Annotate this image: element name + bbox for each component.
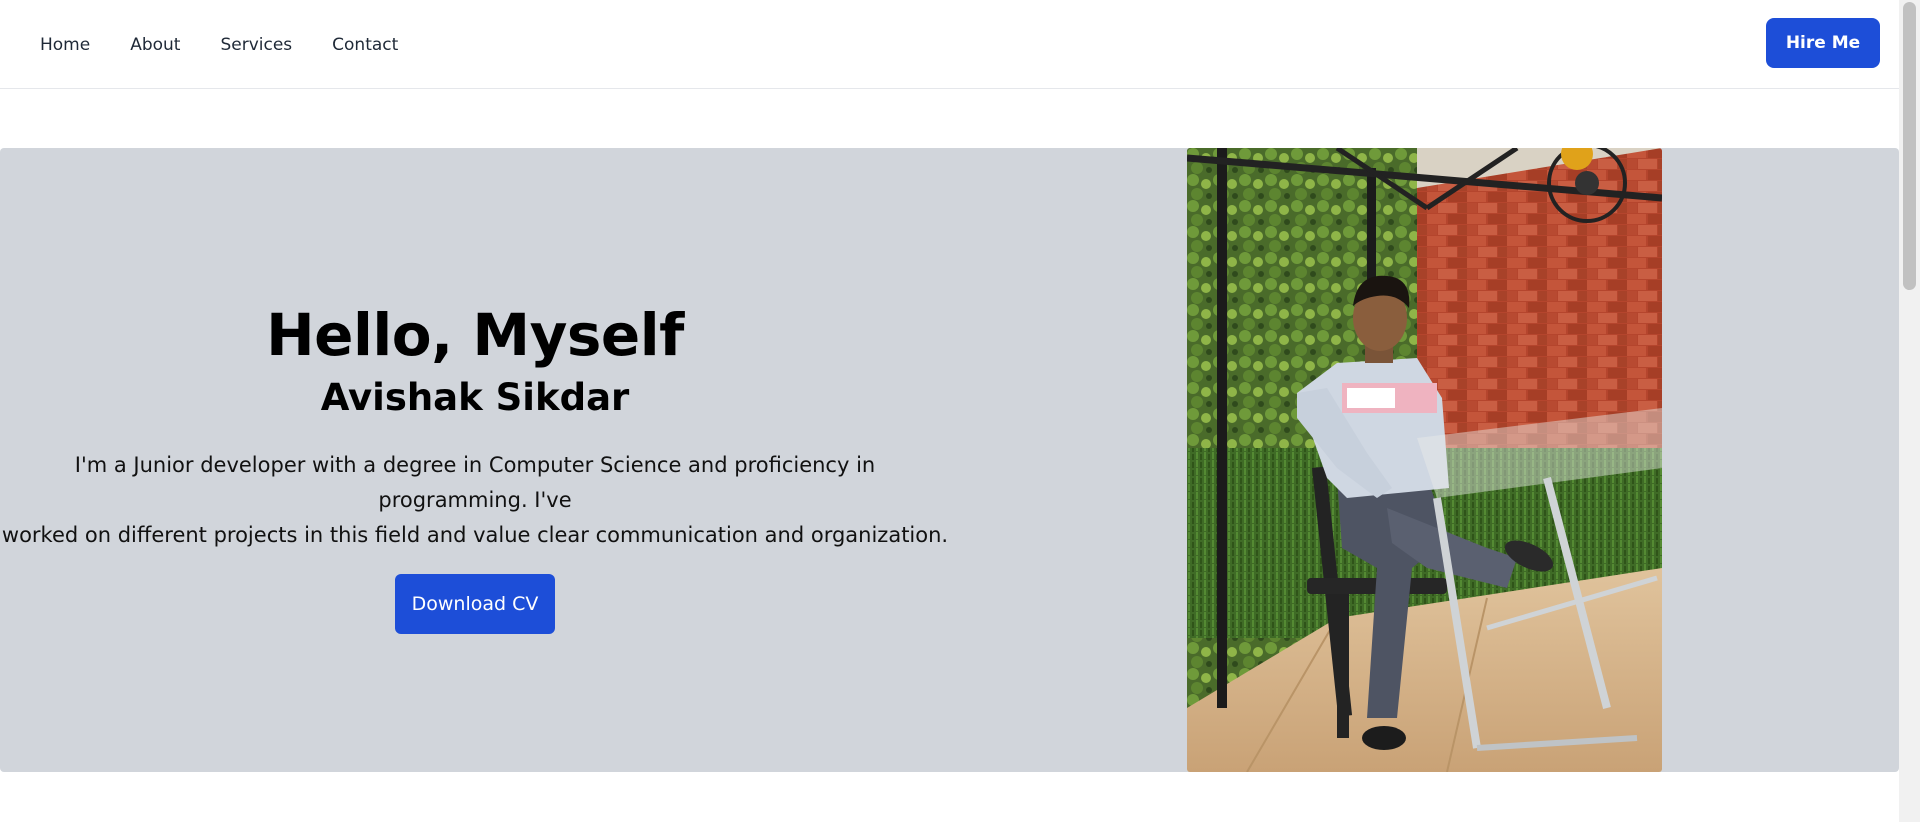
profile-photo bbox=[1187, 148, 1662, 772]
hero-bio-line-1: I'm a Junior developer with a degree in … bbox=[74, 453, 876, 512]
nav-link-about[interactable]: About bbox=[130, 35, 180, 55]
download-cv-button[interactable]: Download CV bbox=[395, 574, 555, 634]
hero-text: Hello, Myself Avishak Sikdar I'm a Junio… bbox=[0, 148, 950, 772]
nav-link-services[interactable]: Services bbox=[220, 35, 292, 55]
hire-me-button[interactable]: Hire Me bbox=[1766, 18, 1880, 68]
hero-bio: I'm a Junior developer with a degree in … bbox=[0, 448, 950, 553]
hero-bio-line-2: worked on different projects in this fie… bbox=[1, 523, 949, 547]
scrollbar[interactable] bbox=[1899, 0, 1920, 822]
page: Home About Services Contact Hire Me Hell… bbox=[0, 0, 1920, 822]
hero-heading: Hello, Myself bbox=[266, 301, 684, 369]
scrollbar-thumb[interactable] bbox=[1903, 2, 1916, 290]
nav-link-contact[interactable]: Contact bbox=[332, 35, 398, 55]
hero-name: Avishak Sikdar bbox=[320, 376, 630, 419]
top-navbar: Home About Services Contact Hire Me bbox=[0, 0, 1899, 89]
nav-link-home[interactable]: Home bbox=[40, 35, 90, 55]
nav-links: Home About Services Contact bbox=[40, 0, 438, 89]
